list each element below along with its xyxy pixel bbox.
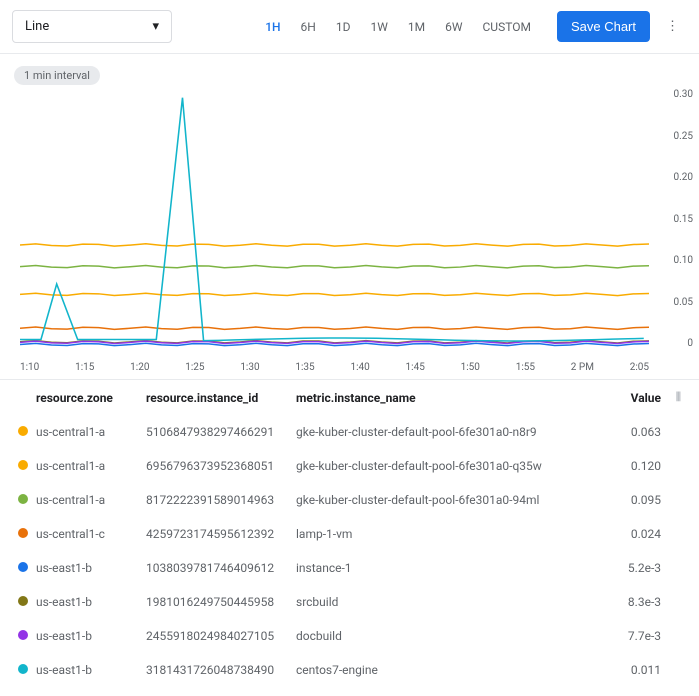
cell-value: 0.063 <box>601 425 661 439</box>
cell-zone: us-central1-a <box>36 425 146 439</box>
table-row[interactable]: us-east1-b1981016249750445958srcbuild8.3… <box>0 585 699 619</box>
cell-value: 0.011 <box>601 663 661 677</box>
header-zone[interactable]: resource.zone <box>36 391 146 405</box>
interval-badge: 1 min interval <box>14 66 100 85</box>
series-color-dot <box>18 528 28 538</box>
cell-zone: us-east1-b <box>36 561 146 575</box>
chevron-down-icon: ▾ <box>152 19 159 34</box>
save-chart-button[interactable]: Save Chart <box>557 11 650 42</box>
table-header: resource.zone resource.instance_id metri… <box>0 379 699 415</box>
line-chart[interactable] <box>20 89 649 349</box>
toolbar: Line ▾ 1H6H1D1W1M6WCUSTOM Save Chart ⋮ <box>0 0 699 54</box>
columns-icon[interactable]: ⦀ <box>661 390 681 405</box>
x-axis-labels: 1:101:151:201:251:301:351:401:451:501:55… <box>20 362 649 373</box>
table-row[interactable]: us-east1-b3181431726048738490centos7-eng… <box>0 653 699 687</box>
cell-value: 8.3e-3 <box>601 595 661 609</box>
series-color-dot <box>18 460 28 470</box>
table-row[interactable]: us-central1-a8172222391589014963gke-kube… <box>0 483 699 517</box>
cell-zone: us-east1-b <box>36 595 146 609</box>
cell-id: 8172222391589014963 <box>146 493 296 507</box>
timerange-1D[interactable]: 1D <box>326 14 361 40</box>
timerange-CUSTOM[interactable]: CUSTOM <box>473 14 541 40</box>
timerange-6W[interactable]: 6W <box>435 14 472 40</box>
cell-value: 7.7e-3 <box>601 629 661 643</box>
table-row[interactable]: us-central1-c4259723174595612392lamp-1-v… <box>0 517 699 551</box>
more-icon[interactable]: ⋮ <box>658 19 687 34</box>
series-color-dot <box>18 596 28 606</box>
cell-zone: us-central1-a <box>36 493 146 507</box>
cell-value: 0.095 <box>601 493 661 507</box>
series-color-dot <box>18 562 28 572</box>
cell-id: 1038039781746409612 <box>146 561 296 575</box>
cell-id: 3181431726048738490 <box>146 663 296 677</box>
cell-name: centos7-engine <box>296 663 601 677</box>
timerange-1W[interactable]: 1W <box>360 14 397 40</box>
cell-zone: us-central1-a <box>36 459 146 473</box>
chart-type-select[interactable]: Line ▾ <box>12 10 172 43</box>
cell-name: gke-kuber-cluster-default-pool-6fe301a0-… <box>296 493 601 507</box>
cell-id: 6956796373952368051 <box>146 459 296 473</box>
cell-name: instance-1 <box>296 561 601 575</box>
cell-value: 5.2e-3 <box>601 561 661 575</box>
cell-value: 0.024 <box>601 527 661 541</box>
time-range-group: 1H6H1D1W1M6WCUSTOM <box>255 14 541 40</box>
table-row[interactable]: us-central1-a5106847938297466291gke-kube… <box>0 415 699 449</box>
cell-name: gke-kuber-cluster-default-pool-6fe301a0-… <box>296 425 601 439</box>
cell-name: docbuild <box>296 629 601 643</box>
series-color-dot <box>18 630 28 640</box>
header-id[interactable]: resource.instance_id <box>146 391 296 405</box>
header-value[interactable]: Value <box>601 391 661 405</box>
legend-table: resource.zone resource.instance_id metri… <box>0 379 699 687</box>
chart-type-label: Line <box>25 19 49 34</box>
cell-zone: us-central1-c <box>36 527 146 541</box>
table-row[interactable]: us-central1-a6956796373952368051gke-kube… <box>0 449 699 483</box>
cell-id: 1981016249750445958 <box>146 595 296 609</box>
cell-name: srcbuild <box>296 595 601 609</box>
y-axis-labels: 0.300.250.200.150.100.050 <box>674 89 694 349</box>
cell-id: 5106847938297466291 <box>146 425 296 439</box>
cell-id: 2455918024984027105 <box>146 629 296 643</box>
cell-zone: us-east1-b <box>36 629 146 643</box>
timerange-1M[interactable]: 1M <box>398 14 435 40</box>
series-color-dot <box>18 494 28 504</box>
cell-name: gke-kuber-cluster-default-pool-6fe301a0-… <box>296 459 601 473</box>
cell-id: 4259723174595612392 <box>146 527 296 541</box>
header-name[interactable]: metric.instance_name <box>296 391 601 405</box>
series-color-dot <box>18 664 28 674</box>
cell-name: lamp-1-vm <box>296 527 601 541</box>
cell-zone: us-east1-b <box>36 663 146 677</box>
series-color-dot <box>18 426 28 436</box>
timerange-6H[interactable]: 6H <box>291 14 326 40</box>
cell-value: 0.120 <box>601 459 661 473</box>
table-row[interactable]: us-east1-b2455918024984027105docbuild7.7… <box>0 619 699 653</box>
timerange-1H[interactable]: 1H <box>255 14 290 40</box>
chart-area: 0.300.250.200.150.100.050 1:101:151:201:… <box>0 89 699 379</box>
table-body: us-central1-a5106847938297466291gke-kube… <box>0 415 699 687</box>
table-row[interactable]: us-east1-b1038039781746409612instance-15… <box>0 551 699 585</box>
